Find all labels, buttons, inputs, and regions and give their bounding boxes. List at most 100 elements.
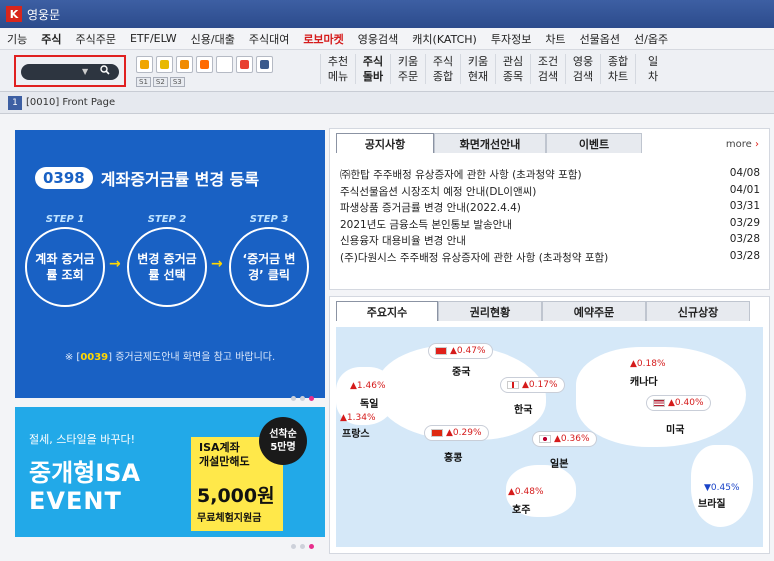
notice-title[interactable]: 주식선물옵션 시장조치 예정 안내(DL이앤씨): [340, 184, 536, 201]
market-name[interactable]: 일본: [550, 455, 568, 470]
market-bubble[interactable]: ▲0.40%: [646, 395, 711, 411]
toolbar-button-8[interactable]: 종합 차트: [600, 54, 635, 84]
notice-row[interactable]: 2021년도 금융소득 본인통보 발송안내 03/29: [340, 217, 760, 234]
menu-item-7[interactable]: 영웅검색: [351, 31, 405, 47]
screen-number-badge[interactable]: 1: [8, 95, 22, 110]
banner1-pager[interactable]: [291, 396, 314, 401]
notice-row[interactable]: 파생상품 증거금률 변경 안내(2022.4.4) 03/31: [340, 200, 760, 217]
lock-icon[interactable]: [176, 56, 193, 73]
menu-item-11[interactable]: 선물옵션: [573, 31, 627, 47]
hongkong-flag-icon: [431, 429, 443, 437]
notice-tab-2[interactable]: 이벤트: [546, 133, 642, 153]
badge-line2: 5만명: [270, 442, 296, 453]
brush-icon[interactable]: [156, 56, 173, 73]
step-label: STEP 2: [147, 214, 187, 225]
market-bubble[interactable]: ▲0.47%: [428, 343, 493, 359]
magnifier-icon[interactable]: [95, 65, 115, 79]
notice-tab-0[interactable]: 공지사항: [336, 133, 434, 153]
notice-row[interactable]: ㈜한탑 주주배정 유상증자에 관한 사항 (초과청약 포함) 04/08: [340, 167, 760, 184]
monitor-icon[interactable]: [236, 56, 253, 73]
screen-slot-2[interactable]: S2: [152, 77, 168, 87]
toolbar-button-4[interactable]: 키움 현재: [460, 54, 495, 84]
toolbar-button-line1: 키움: [397, 55, 419, 68]
toolbar-button-7[interactable]: 영웅 검색: [565, 54, 600, 84]
toolbar-button-1[interactable]: 주식 돌바: [355, 54, 390, 84]
isa-event-banner[interactable]: 절세, 스타일을 바꾸다! 중개형ISA EVENT ISA계좌 개설만해도 5,…: [15, 407, 325, 537]
menu-item-2[interactable]: 주식주문: [69, 31, 123, 47]
market-name[interactable]: 한국: [514, 401, 532, 416]
screen-tab-bar: 1 [0010] Front Page: [0, 92, 774, 114]
toolbar-button-0[interactable]: 추천 메뉴: [320, 54, 355, 84]
toolbar-button-line2: 메뉴: [327, 70, 349, 83]
market-name[interactable]: 독일: [360, 395, 378, 410]
menu-item-1[interactable]: 주식: [34, 31, 68, 47]
camera-icon[interactable]: [196, 56, 213, 73]
notice-title[interactable]: (주)다원시스 주주배정 유상증자에 관한 사항 (초과청약 포함): [340, 250, 608, 267]
screen-slot-3[interactable]: S3: [169, 77, 185, 87]
screen-icon-glyph: [220, 60, 229, 69]
market-bubble[interactable]: ▲0.29%: [424, 425, 489, 441]
toolbar-button-5[interactable]: 관심 종목: [495, 54, 530, 84]
screen-icon[interactable]: [216, 56, 233, 73]
toolbar-button-9[interactable]: 일차: [635, 54, 670, 84]
market-change: ▲0.29%: [446, 428, 482, 438]
menu-item-6[interactable]: 로보마켓: [296, 31, 350, 47]
notice-title[interactable]: 파생상품 증거금률 변경 안내(2022.4.4): [340, 200, 521, 217]
index-tab-2[interactable]: 예약주문: [542, 301, 646, 321]
market-name[interactable]: 중국: [452, 363, 470, 378]
notice-row[interactable]: 신용융자 대용비율 변경 안내 03/28: [340, 233, 760, 250]
pager-dot[interactable]: [300, 544, 305, 549]
stock-search-input[interactable]: ▼: [21, 64, 119, 80]
market-name[interactable]: 캐나다: [630, 373, 658, 388]
pager-dot[interactable]: [291, 544, 296, 549]
notice-row[interactable]: (주)다원시스 주주배정 유상증자에 관한 사항 (초과청약 포함) 03/28: [340, 250, 760, 267]
market-change: ▲0.40%: [668, 398, 704, 408]
menu-item-9[interactable]: 투자정보: [484, 31, 538, 47]
notice-tab-1[interactable]: 화면개선안내: [434, 133, 546, 153]
pager-dot-active[interactable]: [309, 544, 314, 549]
pager-dot[interactable]: [300, 396, 305, 401]
toolbar-button-3[interactable]: 주식 종합: [425, 54, 460, 84]
index-tab-3[interactable]: 신규상장: [646, 301, 750, 321]
screen-slot-1[interactable]: S1: [136, 77, 151, 87]
margin-rate-banner[interactable]: 0398 계좌증거금률 변경 등록 STEP 1 계좌 증거금률 조회 → ST…: [15, 130, 325, 398]
gear-icon[interactable]: [256, 56, 273, 73]
menu-item-12[interactable]: 선/옵주: [627, 31, 675, 47]
market-name[interactable]: 미국: [666, 421, 684, 436]
banner2-pager[interactable]: [291, 544, 314, 549]
notice-row[interactable]: 주식선물옵션 시장조치 예정 안내(DL이앤씨) 04/01: [340, 184, 760, 201]
menu-item-0[interactable]: 기능: [0, 31, 34, 47]
notice-title[interactable]: 2021년도 금융소득 본인통보 발송안내: [340, 217, 512, 234]
menu-item-8[interactable]: 캐치(KATCH): [405, 31, 484, 47]
market-change: ▼0.45%: [704, 483, 740, 493]
market-name[interactable]: 호주: [512, 501, 530, 516]
notice-date: 03/31: [729, 200, 760, 212]
save-icon[interactable]: [136, 56, 153, 73]
pager-dot[interactable]: [291, 396, 296, 401]
toolbar-button-line1: 일: [647, 55, 659, 68]
market-name[interactable]: 홍콩: [444, 449, 462, 464]
index-tab-1[interactable]: 권리현황: [438, 301, 542, 321]
market-bubble[interactable]: ▲0.36%: [532, 431, 597, 447]
market-bubble[interactable]: ▲0.17%: [500, 377, 565, 393]
more-link[interactable]: more ›: [726, 139, 759, 150]
toolbar-button-6[interactable]: 조건 검색: [530, 54, 565, 84]
index-tab-0[interactable]: 주요지수: [336, 301, 438, 321]
notice-title[interactable]: ㈜한탑 주주배정 유상증자에 관한 사항 (초과청약 포함): [340, 167, 582, 184]
market-change: ▲0.36%: [554, 434, 590, 444]
toolbar-button-line2: 종목: [502, 70, 524, 83]
menu-item-3[interactable]: ETF/ELW: [123, 32, 184, 45]
notice-title[interactable]: 신용융자 대용비율 변경 안내: [340, 233, 466, 250]
pager-dot-active[interactable]: [309, 396, 314, 401]
dropdown-arrow-icon[interactable]: ▼: [82, 67, 88, 76]
market-name[interactable]: 브라질: [698, 495, 726, 510]
menu-item-10[interactable]: 차트: [538, 31, 572, 47]
menu-item-5[interactable]: 주식대여: [242, 31, 296, 47]
toolbar: ▼ S1 S2 S3 추천 메뉴 주식 돌바 키움 주문 주식 종합 키움 현재 관심 종목 조건 검색 영웅 검…: [0, 50, 774, 92]
toolbar-button-line1: 주식: [432, 55, 454, 68]
market-name[interactable]: 프랑스: [342, 425, 370, 440]
notice-date: 04/01: [729, 183, 760, 196]
toolbar-button-2[interactable]: 키움 주문: [390, 54, 425, 84]
more-label: more: [725, 139, 752, 150]
menu-item-4[interactable]: 신용/대출: [184, 31, 242, 47]
